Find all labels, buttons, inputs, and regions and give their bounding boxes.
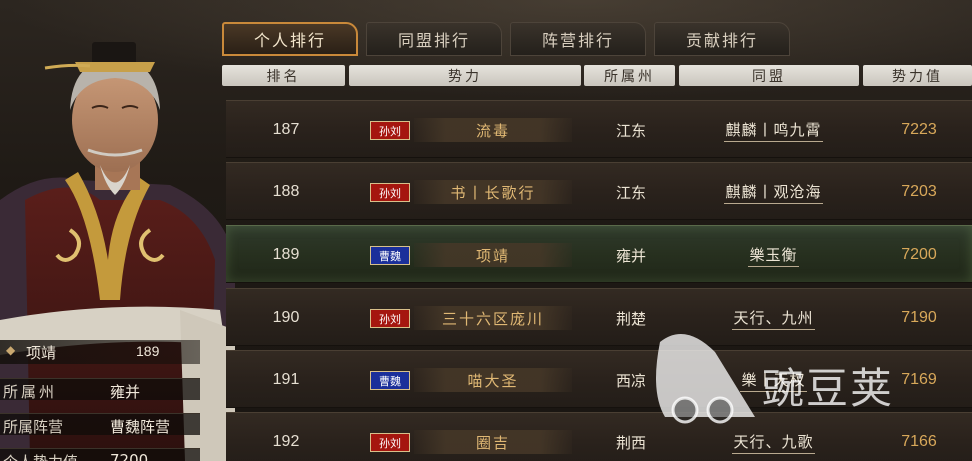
alliance-cell: 天行、九歌 bbox=[681, 413, 866, 461]
tab-camp-ranking[interactable]: 阵营排行 bbox=[510, 22, 646, 56]
rank-cell: 190 bbox=[272, 309, 300, 326]
power-cell: 孙刘 书丨长歌行 bbox=[346, 163, 581, 221]
tab-personal-ranking[interactable]: 个人排行 bbox=[222, 22, 358, 56]
tab-contribution-ranking[interactable]: 贡献排行 bbox=[654, 22, 790, 56]
header-power[interactable]: 势力 bbox=[349, 65, 581, 86]
alliance-cell: 麒麟丨观沧海 bbox=[681, 163, 866, 221]
region-cell: 雍并 bbox=[615, 246, 646, 265]
info-label: 个人势力值 bbox=[3, 451, 78, 461]
info-value: 雍并 bbox=[110, 383, 141, 401]
info-value: 7200 bbox=[110, 451, 149, 461]
power-value-cell: 7200 bbox=[901, 246, 937, 263]
table-row-self[interactable]: 189 曹魏 项靖 雍并 樂玉衡 7200 bbox=[226, 225, 972, 283]
region-cell: 江东 bbox=[615, 183, 646, 202]
power-cell: 孙刘 流毒 bbox=[346, 101, 581, 159]
header-rank[interactable]: 排名 bbox=[222, 65, 345, 86]
power-value-cell: 7190 bbox=[901, 309, 937, 326]
power-value-cell: 7223 bbox=[901, 121, 937, 138]
alliance-link[interactable]: 麒麟丨鸣九霄 bbox=[724, 119, 823, 142]
watermark-text: 豌豆荚 bbox=[762, 364, 895, 413]
tab-alliance-ranking[interactable]: 同盟排行 bbox=[366, 22, 502, 56]
alliance-link[interactable]: 麒麟丨观沧海 bbox=[724, 181, 823, 204]
rank-cell: 188 bbox=[272, 183, 300, 200]
power-cell: 曹魏 项靖 bbox=[346, 226, 581, 284]
table-row[interactable]: 188 孙刘 书丨长歌行 江东 麒麟丨观沧海 7203 bbox=[226, 162, 972, 220]
header-region[interactable]: 所属州 bbox=[584, 65, 675, 86]
power-cell: 孙刘 圈吉 bbox=[346, 413, 581, 461]
alliance-link[interactable]: 天行、九州 bbox=[732, 307, 815, 330]
power-cell: 曹魏 喵大圣 bbox=[346, 351, 581, 409]
power-value-cell: 7166 bbox=[901, 433, 937, 450]
table-row[interactable]: 187 孙刘 流毒 江东 麒麟丨鸣九霄 7223 bbox=[226, 100, 972, 158]
rank-cell: 187 bbox=[272, 121, 300, 138]
region-cell: 荆楚 bbox=[615, 309, 646, 328]
power-cell: 孙刘 三十六区庞川 bbox=[346, 289, 581, 347]
alliance-cell: 麒麟丨鸣九霄 bbox=[681, 101, 866, 159]
faction-badge: 孙刘 bbox=[370, 121, 410, 140]
faction-badge: 曹魏 bbox=[370, 246, 410, 265]
player-name[interactable]: 流毒 bbox=[414, 118, 572, 142]
table-row[interactable]: 192 孙刘 圈吉 荆西 天行、九歌 7166 bbox=[226, 412, 972, 461]
header-alliance[interactable]: 同盟 bbox=[679, 65, 859, 86]
info-row-region: 所属州 雍并 bbox=[0, 378, 200, 401]
header-power-value[interactable]: 势力值 bbox=[863, 65, 972, 86]
info-label: 所属州 bbox=[3, 383, 58, 401]
player-name[interactable]: 喵大圣 bbox=[414, 368, 572, 392]
player-self-rank: 189 bbox=[136, 343, 160, 359]
diamond-icon: ◆ bbox=[6, 343, 16, 357]
info-value: 曹魏阵营 bbox=[110, 418, 171, 436]
power-value-cell: 7203 bbox=[901, 183, 937, 200]
faction-badge: 孙刘 bbox=[370, 183, 410, 202]
faction-badge: 孙刘 bbox=[370, 309, 410, 328]
region-cell: 西凉 bbox=[615, 371, 646, 390]
alliance-cell: 天行、九州 bbox=[681, 289, 866, 347]
region-cell: 荆西 bbox=[615, 433, 646, 452]
rank-cell: 189 bbox=[272, 246, 300, 263]
alliance-cell: 樂玉衡 bbox=[681, 226, 866, 284]
rank-cell: 191 bbox=[272, 371, 300, 388]
player-name[interactable]: 圈吉 bbox=[414, 430, 572, 454]
player-name[interactable]: 三十六区庞川 bbox=[414, 306, 572, 330]
faction-badge: 曹魏 bbox=[370, 371, 410, 390]
player-name[interactable]: 书丨长歌行 bbox=[414, 180, 572, 204]
player-self-name: 项靖 bbox=[26, 344, 57, 362]
faction-badge: 孙刘 bbox=[370, 433, 410, 452]
player-name[interactable]: 项靖 bbox=[414, 243, 572, 267]
player-name-bar: ◆ 项靖 189 bbox=[0, 340, 200, 364]
table-row[interactable]: 190 孙刘 三十六区庞川 荆楚 天行、九州 7190 bbox=[226, 288, 972, 346]
info-row-camp: 所属阵营 曹魏阵营 bbox=[0, 413, 200, 436]
alliance-link[interactable]: 樂玉衡 bbox=[748, 244, 799, 267]
alliance-link[interactable]: 天行、九歌 bbox=[732, 431, 815, 454]
info-label: 所属阵营 bbox=[3, 418, 64, 436]
info-row-power: 个人势力值 7200 bbox=[0, 448, 200, 461]
rank-cell: 192 bbox=[272, 433, 300, 450]
region-cell: 江东 bbox=[615, 121, 646, 140]
